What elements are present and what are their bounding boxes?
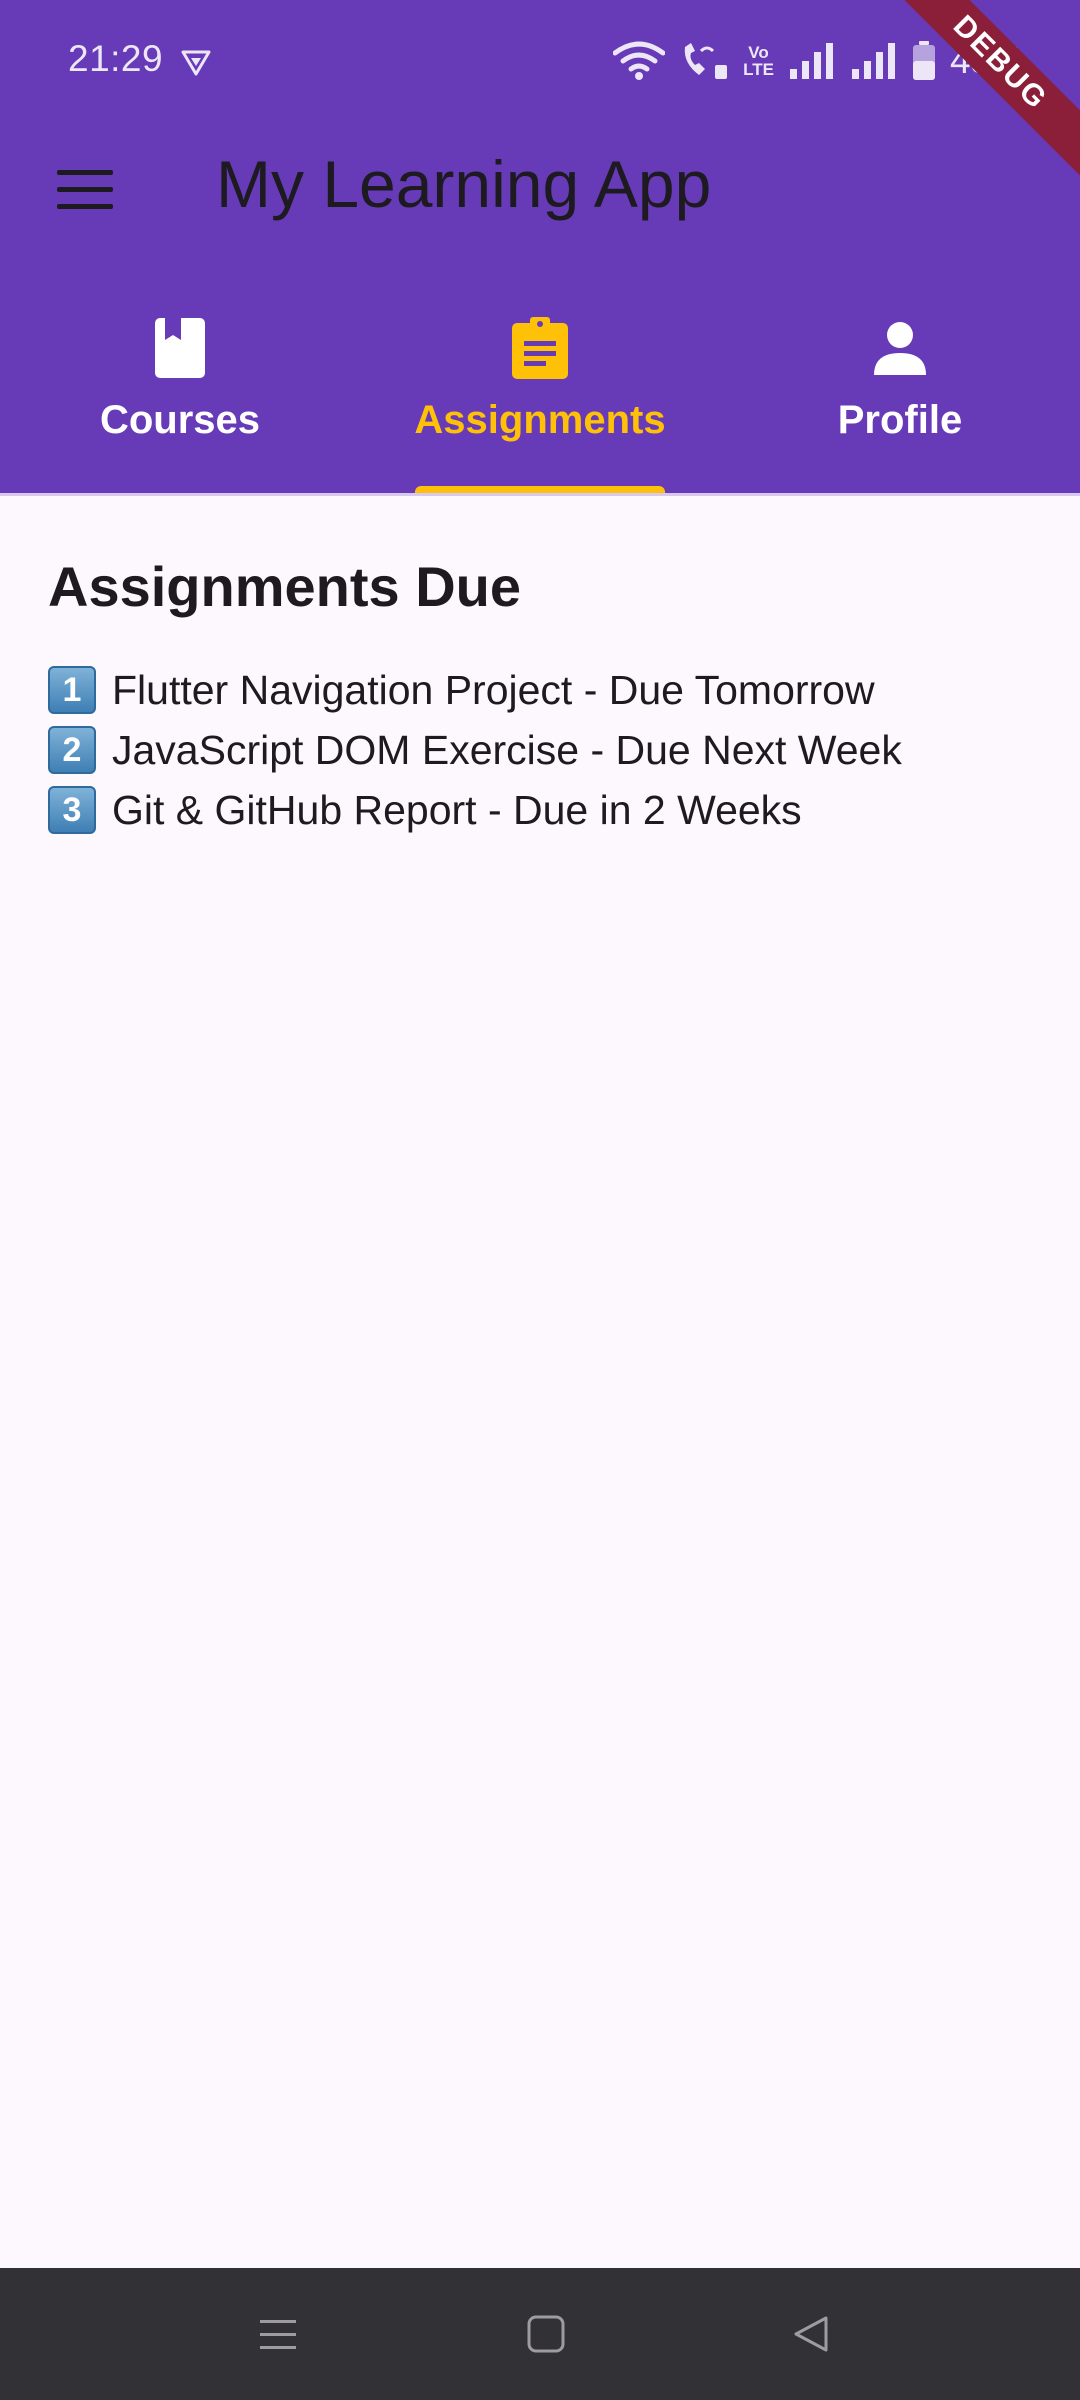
signal-1-icon	[789, 43, 833, 79]
tab-bar: Courses Assignments Profile	[0, 300, 1080, 495]
tab-courses[interactable]: Courses	[0, 300, 360, 493]
recents-button[interactable]	[238, 2298, 318, 2370]
page-heading: Assignments Due	[48, 555, 521, 618]
back-button[interactable]	[772, 2298, 852, 2370]
vpn-shield-icon	[181, 50, 211, 76]
battery-icon	[912, 41, 935, 80]
person-icon	[868, 316, 932, 380]
list-item: 2 JavaScript DOM Exercise - Due Next Wee…	[48, 720, 1038, 780]
wifi-icon	[613, 41, 666, 80]
book-icon	[148, 316, 212, 380]
assignment-list: 1 Flutter Navigation Project - Due Tomor…	[48, 660, 1038, 840]
menu-button[interactable]	[40, 150, 130, 230]
tab-assignments-label: Assignments	[414, 398, 666, 442]
list-item: 1 Flutter Navigation Project - Due Tomor…	[48, 660, 1038, 720]
volte-indicator: Vo LTE	[743, 43, 774, 79]
assignment-text: JavaScript DOM Exercise - Due Next Week	[112, 726, 902, 773]
system-navbar	[0, 2268, 1080, 2400]
number-badge: 2	[48, 726, 96, 774]
app-header: 21:29 Vo LTE My Learning App Courses Ass…	[0, 0, 1080, 495]
status-time: 21:29	[68, 38, 164, 79]
recents-icon	[260, 2320, 296, 2349]
tab-profile-label: Profile	[837, 398, 963, 442]
assignments-content: Assignments Due 1 Flutter Navigation Pro…	[48, 552, 1038, 840]
number-badge: 3	[48, 786, 96, 834]
assignment-text: Flutter Navigation Project - Due Tomorro…	[112, 666, 875, 713]
app-title: My Learning App	[216, 147, 712, 221]
tab-divider	[0, 493, 1080, 496]
back-icon	[794, 2316, 828, 2352]
tab-assignments[interactable]: Assignments	[360, 300, 720, 495]
signal-2-icon	[851, 43, 895, 79]
wifi-calling-icon	[684, 43, 728, 79]
tab-courses-label: Courses	[99, 398, 261, 442]
number-badge: 1	[48, 666, 96, 714]
home-button[interactable]	[506, 2298, 586, 2370]
debug-banner: DEBUG	[877, 0, 1080, 186]
clipboard-icon	[508, 316, 572, 380]
hamburger-menu-icon	[57, 170, 113, 209]
home-icon	[527, 2315, 565, 2353]
tab-profile[interactable]: Profile	[720, 300, 1080, 493]
assignment-text: Git & GitHub Report - Due in 2 Weeks	[112, 786, 802, 833]
list-item: 3 Git & GitHub Report - Due in 2 Weeks	[48, 780, 1038, 840]
screen: 21:29 Vo LTE My Learning App Courses Ass…	[0, 0, 1080, 2400]
